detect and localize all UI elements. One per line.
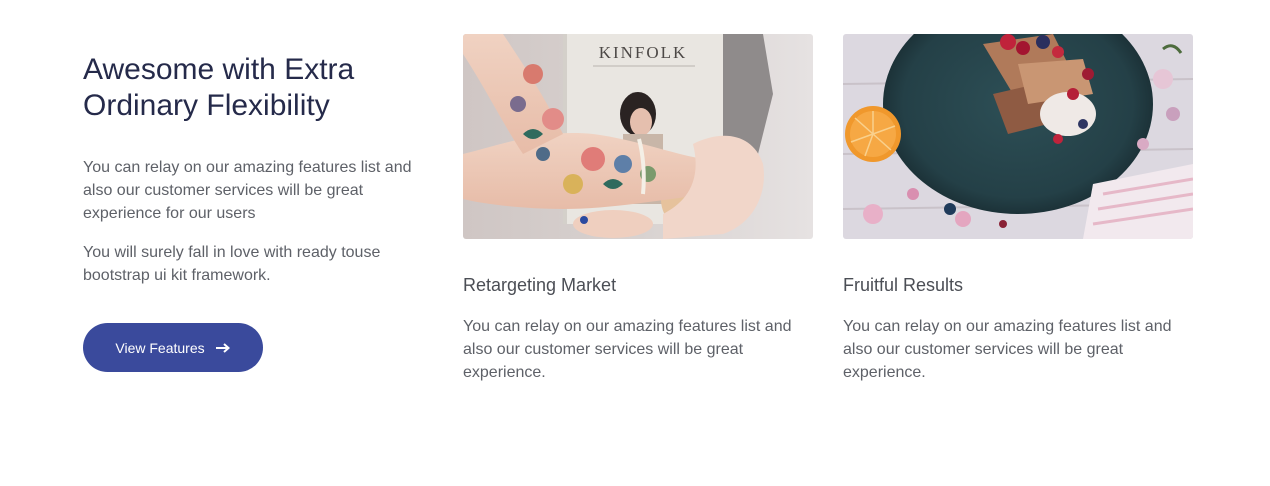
intro-paragraph-2: You will surely fall in love with ready …	[83, 244, 381, 284]
feature-card-fruitful: Fruitful Results You can relay on our am…	[843, 34, 1193, 384]
view-features-button[interactable]: View Features	[83, 323, 263, 372]
food-plate-image	[843, 34, 1193, 239]
magazine-title-text: KINFOLK	[599, 43, 688, 62]
arrow-right-icon	[215, 342, 231, 354]
features-section: Awesome with Extra Ordinary Flexibility …	[0, 0, 1270, 486]
feature-card-retargeting: KINFOLK Retargeting Market You can relay…	[463, 34, 813, 384]
card-title: Fruitful Results	[843, 275, 964, 295]
view-features-label: View Features	[115, 339, 205, 356]
section-title: Awesome with Extra Ordinary Flexibility	[83, 53, 355, 122]
card-text: You can relay on our amazing features li…	[843, 318, 1172, 381]
intro-block: Awesome with Extra Ordinary Flexibility …	[83, 52, 423, 287]
intro-paragraph-1: You can relay on our amazing features li…	[83, 159, 412, 222]
card-text: You can relay on our amazing features li…	[463, 318, 792, 381]
card-title: Retargeting Market	[463, 275, 617, 295]
tattoo-magazine-image: KINFOLK	[463, 34, 813, 239]
